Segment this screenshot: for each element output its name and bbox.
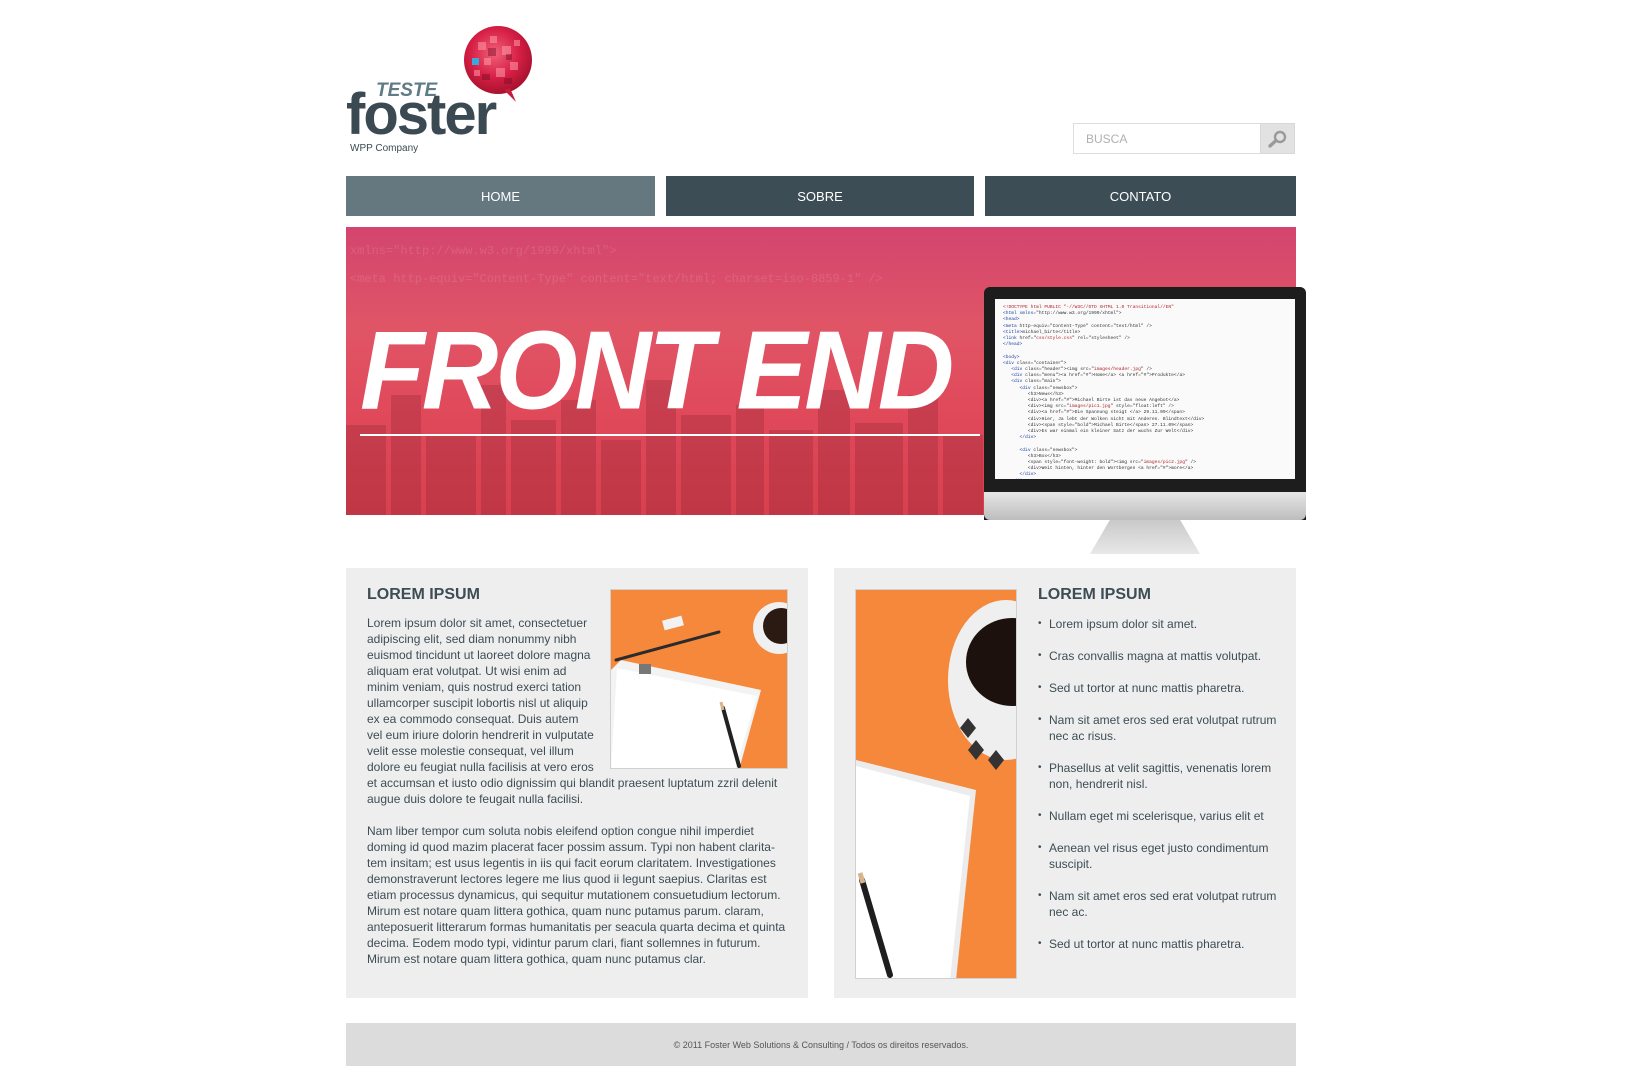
nav-item-sobre[interactable]: SOBRE xyxy=(666,176,974,216)
list-item: Nam sit amet eros sed erat volutpat rutr… xyxy=(1038,712,1283,744)
nav-item-home[interactable]: HOME xyxy=(346,176,655,216)
content-box-left: LOREM IPSUM Lorem ipsum dolor sit amet, … xyxy=(346,568,808,998)
monitor-stand xyxy=(1090,520,1200,554)
monitor-code-screen: <!DOCTYPE html PUBLIC "-//W3C//DTD XHTML… xyxy=(995,299,1295,479)
footer-copyright: © 2011 Foster Web Solutions & Consulting… xyxy=(673,1039,969,1050)
list-item: Nullam eget mi scelerisque, varius elit … xyxy=(1038,808,1283,824)
list-item: Sed ut tortor at nunc mattis pharetra. xyxy=(1038,680,1283,696)
left-box-text: Lorem ipsum dolor sit amet, consectetuer… xyxy=(367,615,787,983)
search-bar xyxy=(1073,123,1295,154)
desk-photo-right xyxy=(855,589,1017,979)
site-footer: © 2011 Foster Web Solutions & Consulting… xyxy=(346,1023,1296,1066)
search-icon xyxy=(1267,130,1286,148)
right-box-title: LOREM IPSUM xyxy=(1038,586,1151,603)
left-box-paragraph-2: Nam liber tempor cum soluta nobis eleife… xyxy=(367,824,786,966)
search-button[interactable] xyxy=(1260,123,1295,154)
content-box-right: LOREM IPSUM Lorem ipsum dolor sit amet. … xyxy=(834,568,1296,998)
search-input[interactable] xyxy=(1073,123,1261,154)
list-item: Cras convallis magna at mattis volutpat. xyxy=(1038,648,1283,664)
list-item: Sed ut tortor at nunc mattis pharetra. xyxy=(1038,936,1283,952)
monitor-chin xyxy=(984,492,1306,520)
list-item: Phasellus at velit sagittis, venenatis l… xyxy=(1038,760,1283,792)
site-logo[interactable]: TESTE foster WPP Company xyxy=(346,22,546,162)
monitor-frame: <!DOCTYPE html PUBLIC "-//W3C//DTD XHTML… xyxy=(984,287,1306,520)
banner-underline xyxy=(360,434,980,436)
logo-tagline: WPP Company xyxy=(350,143,419,154)
monitor-image: <!DOCTYPE html PUBLIC "-//W3C//DTD XHTML… xyxy=(984,287,1308,557)
banner-code-background: xmlns="http://www.w3.org/1999/xhtml"> <m… xyxy=(350,244,883,286)
nav-item-contato[interactable]: CONTATO xyxy=(985,176,1296,216)
left-box-title: LOREM IPSUM xyxy=(367,586,480,603)
list-item: Lorem ipsum dolor sit amet. xyxy=(1038,616,1283,632)
list-item: Nam sit amet eros sed erat volutpat rutr… xyxy=(1038,888,1283,920)
logo-name: foster xyxy=(346,82,497,147)
banner-title: FRONT END xyxy=(360,308,954,433)
main-nav: HOME SOBRE CONTATO xyxy=(346,176,1296,216)
right-box-list: Lorem ipsum dolor sit amet. Cras convall… xyxy=(1038,616,1283,968)
list-item: Aenean vel risus eget justo condimentum … xyxy=(1038,840,1283,872)
